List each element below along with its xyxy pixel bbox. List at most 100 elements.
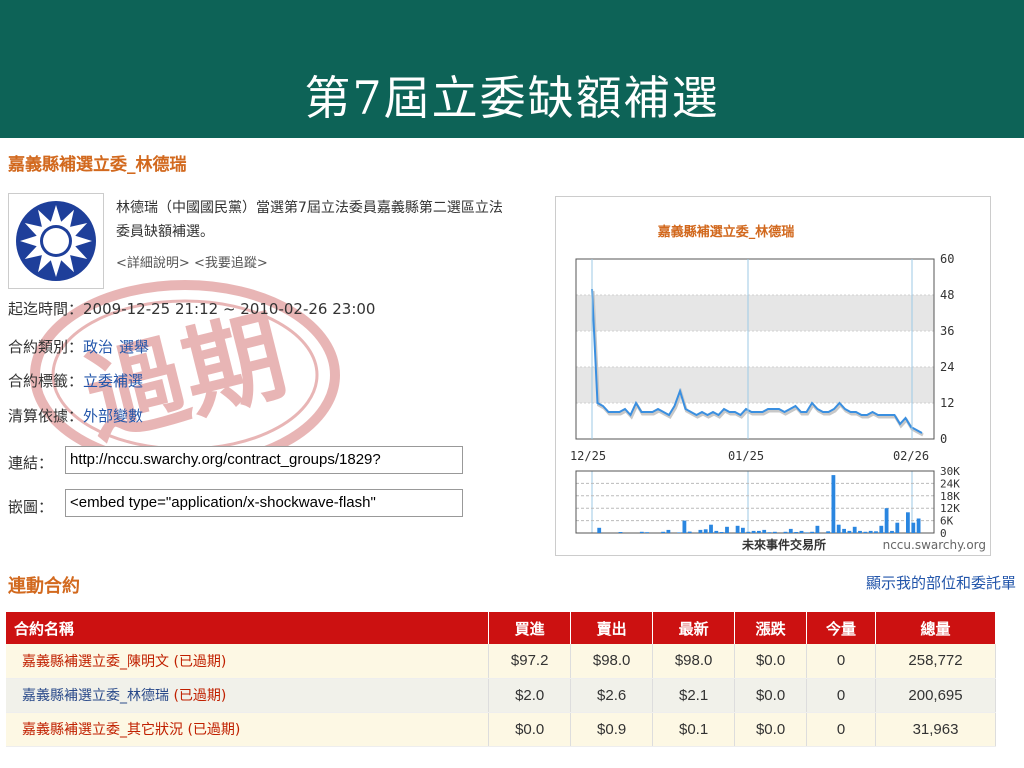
- header-today-volume: 今量: [806, 612, 877, 644]
- volume-bar: [852, 526, 857, 533]
- volume-bar: [703, 529, 708, 533]
- volume-bar: [677, 532, 681, 533]
- period-row: 起迄時間：2009-12-25 21:12 ~ 2010-02-26 23:00: [8, 298, 375, 319]
- price-chart: 嘉義縣補選立委_林德瑞 01224364860 12/25 01/25 02/26 …: [570, 224, 986, 552]
- volume-bar: [799, 530, 804, 533]
- volume-bar: [858, 530, 862, 533]
- chart-site: nccu.swarchy.org: [883, 538, 986, 552]
- link-label: 連結：: [8, 454, 54, 472]
- volume-y-tick-label: 24K: [940, 477, 960, 490]
- table-row[interactable]: 嘉義縣補選立委_陳明文 (已過期) $97.2 $98.0 $98.0 $0.0…: [6, 644, 996, 679]
- volume-bar: [645, 532, 649, 533]
- chart-title: 嘉義縣補選立委_林德瑞: [657, 224, 795, 240]
- period-value: 2009-12-25 21:12 ~ 2010-02-26 23:00: [83, 300, 376, 318]
- bid-cell: $0.0: [488, 712, 572, 747]
- settlement-label: 清算依據：: [8, 407, 84, 425]
- volume-bar: [709, 524, 713, 533]
- today-volume-cell: 0: [806, 644, 877, 679]
- change-cell: $0.0: [734, 712, 808, 747]
- volume-bar: [735, 525, 740, 533]
- volume-bar: [618, 532, 623, 533]
- category-row: 合約類別：政治 選舉: [8, 336, 149, 357]
- slide-header: 第7屆立委缺額補選: [0, 0, 1024, 138]
- volume-bar: [831, 475, 836, 533]
- settlement-row: 清算依據：外部變數: [8, 405, 143, 426]
- tag-link[interactable]: 立委補選: [83, 372, 143, 390]
- volume-bar: [788, 528, 793, 533]
- embed-field[interactable]: <embed type="application/x-shockwave-fla…: [65, 489, 463, 517]
- link-field[interactable]: http://nccu.swarchy.org/contract_groups/…: [65, 446, 463, 474]
- volume-y-tick-label: 18K: [940, 490, 960, 503]
- volume-bar: [661, 531, 665, 533]
- tag-label: 合約標籤：: [8, 372, 84, 390]
- category-politics-link[interactable]: 政治: [83, 338, 113, 356]
- price-y-tick-label: 0: [940, 432, 947, 446]
- slide-title: 第7屆立委缺額補選: [304, 71, 720, 125]
- details-link[interactable]: <詳細說明>: [116, 256, 190, 271]
- contract-name-cell[interactable]: 嘉義縣補選立委_其它狀況 (已過期): [6, 712, 490, 747]
- volume-bar: [698, 529, 703, 533]
- my-orders-link[interactable]: 顯示我的部位和委託單: [866, 572, 1016, 593]
- volume-y-tick-label: 30K: [940, 465, 960, 478]
- change-cell: $0.0: [734, 678, 808, 713]
- price-grid-band: [576, 295, 934, 331]
- kmt-emblem-icon: [16, 201, 96, 281]
- header-ask: 賣出: [570, 612, 654, 644]
- volume-bar: [890, 530, 894, 533]
- today-volume-cell: 0: [806, 712, 877, 747]
- volume-bar: [916, 518, 921, 533]
- x-tick-label: 12/25: [570, 449, 606, 463]
- volume-bar: [751, 530, 756, 533]
- volume-bar: [847, 530, 852, 533]
- contracts-table: 合約名稱 買進 賣出 最新 漲跌 今量 總量 嘉義縣補選立委_陳明文 (已過期)…: [6, 612, 996, 747]
- settlement-link[interactable]: 外部變數: [83, 407, 143, 425]
- header-change: 漲跌: [734, 612, 808, 644]
- contract-name-link[interactable]: 嘉義縣補選立委_林德瑞: [22, 688, 169, 704]
- volume-bar: [741, 527, 745, 533]
- header-bid: 買進: [488, 612, 572, 644]
- chart-brand: 未來事件交易所: [741, 537, 826, 552]
- category-election-link[interactable]: 選舉: [119, 338, 149, 356]
- volume-bar: [687, 531, 692, 533]
- price-y-tick-label: 12: [940, 396, 954, 410]
- volume-bar: [895, 522, 900, 533]
- category-label: 合約類別：: [8, 338, 84, 356]
- price-y-tick-label: 24: [940, 360, 954, 374]
- ask-cell: $2.6: [570, 678, 654, 713]
- volume-bar: [906, 512, 910, 533]
- volume-bar: [783, 531, 788, 533]
- party-logo: [8, 193, 104, 289]
- expired-badge: (已過期): [173, 688, 227, 704]
- contract-name-cell[interactable]: 嘉義縣補選立委_陳明文 (已過期): [6, 644, 490, 679]
- volume-bar: [682, 520, 687, 533]
- volume-bar: [836, 524, 841, 533]
- last-cell: $98.0: [652, 644, 736, 679]
- contract-name-link[interactable]: 嘉義縣補選立委_陳明文: [22, 654, 169, 670]
- track-link[interactable]: <我要追蹤>: [194, 256, 268, 271]
- volume-bar: [762, 529, 767, 533]
- volume-bar: [874, 531, 878, 533]
- volume-bar: [597, 527, 602, 533]
- volume-bar: [773, 531, 777, 533]
- contract-name-cell[interactable]: 嘉義縣補選立委_林德瑞 (已過期): [6, 678, 490, 713]
- market-title: 嘉義縣補選立委_林德瑞: [8, 155, 187, 175]
- table-row[interactable]: 嘉義縣補選立委_林德瑞 (已過期) $2.0 $2.6 $2.1 $0.0 0 …: [6, 678, 996, 713]
- volume-bar: [767, 532, 772, 533]
- header-name: 合約名稱: [6, 612, 490, 644]
- volume-bar: [826, 531, 830, 533]
- volume-bar: [842, 528, 846, 533]
- description-links: <詳細說明> <我要追蹤>: [116, 252, 268, 271]
- market-description: 林德瑞（中國國民黨）當選第7屆立法委員嘉義縣第二選區立法委員缺額補選。: [116, 200, 503, 240]
- x-tick-label: 01/25: [728, 449, 764, 463]
- expired-badge: (已過期): [187, 722, 241, 738]
- volume-bar: [810, 531, 814, 533]
- today-volume-cell: 0: [806, 678, 877, 713]
- volume-bar: [815, 525, 820, 533]
- contract-name-link[interactable]: 嘉義縣補選立委_其它狀況: [22, 722, 183, 738]
- volume-bar: [725, 526, 729, 533]
- volume-bar: [746, 531, 751, 533]
- table-row[interactable]: 嘉義縣補選立委_其它狀況 (已過期) $0.0 $0.9 $0.1 $0.0 0…: [6, 712, 996, 747]
- volume-bar: [868, 530, 873, 533]
- price-y-tick-label: 60: [940, 252, 954, 266]
- last-cell: $0.1: [652, 712, 736, 747]
